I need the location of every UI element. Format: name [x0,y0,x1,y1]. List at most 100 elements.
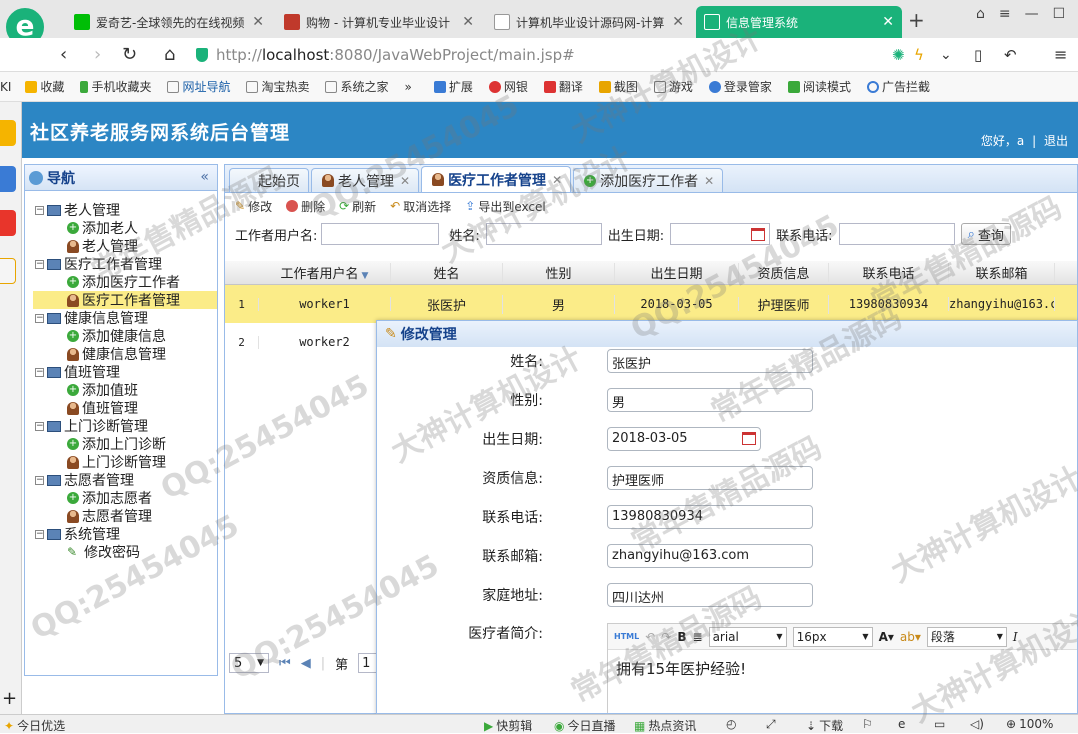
nav-item[interactable]: + 添加值班 [25,381,217,399]
close-icon[interactable]: ✕ [552,173,562,187]
nav-group[interactable]: − 系统管理 [25,525,217,543]
undo-icon[interactable]: ↶ [645,630,655,644]
nav-item[interactable]: + 添加上门诊断 [25,435,217,453]
status-mute-icon[interactable]: ◁) [970,717,984,731]
nav-item[interactable]: + 添加志愿者 [25,489,217,507]
nav-group[interactable]: − 上门诊断管理 [25,417,217,435]
collapse-toggle-icon[interactable]: − [35,529,44,539]
status-window-icon[interactable]: ▭ [934,717,945,731]
login-manager-button[interactable]: 登录管家 [701,78,780,95]
collapse-toggle-icon[interactable]: − [35,367,44,377]
font-family-select[interactable]: arial ▼ [708,626,787,647]
nav-item[interactable]: 老人管理 [25,237,217,255]
refresh-button[interactable]: ⟳ 刷新 [339,198,376,215]
field-input[interactable]: zhangyihu@163.com [607,544,813,568]
nav-item[interactable]: 上门诊断管理 [25,453,217,471]
status-today-picks[interactable]: ✦ 今日优选 [4,717,65,734]
bold-icon[interactable]: B [677,630,686,644]
bank-button[interactable]: 网银 [481,78,536,95]
cancel-selection-button[interactable]: ↶ 取消选择 [390,198,451,215]
collapse-toggle-icon[interactable]: − [35,421,44,431]
close-icon[interactable]: ✕ [704,174,714,188]
editor-content[interactable]: 拥有15年医护经验! [608,650,1077,687]
browser-tab-2[interactable]: 计算机毕业设计源码网-计算 ✕ [486,6,692,38]
status-clock-icon[interactable]: ◴ [726,717,736,731]
maximize-icon[interactable]: ☐ [1053,6,1066,22]
field-input[interactable]: 2018-03-05 [607,427,761,451]
bookmark-more[interactable]: » [397,80,420,94]
nav-group[interactable]: − 老人管理 [25,201,217,219]
url-field[interactable]: http://localhost:8080/JavaWebProject/mai… [196,43,936,67]
forward-icon[interactable]: › [94,44,101,65]
browser-tab-1[interactable]: 购物 - 计算机专业毕业设计 ✕ [276,6,482,38]
query-button[interactable]: ⌕ 查询 [960,223,1011,245]
html-source-button[interactable]: HTML [614,632,639,641]
status-quick-clip[interactable]: ▶ 快剪辑 [484,717,532,734]
italic-icon[interactable]: I [1013,630,1018,644]
column-header[interactable]: 姓名 [391,263,503,282]
nav-item[interactable]: 医疗工作者管理 [33,291,217,309]
adblock-button[interactable]: 广告拦截 [859,78,938,95]
browser-tab-3[interactable]: 信息管理系统 ✕ [696,6,902,38]
paragraph-select[interactable]: 段落 ▼ [926,626,1007,647]
phone-search-input[interactable] [838,223,955,245]
column-header[interactable]: 性别 [503,263,615,282]
favorites-icon[interactable] [0,120,16,146]
mail-icon[interactable] [0,258,16,284]
username-search-input[interactable] [321,223,440,245]
field-input[interactable]: 张医护 [607,349,813,373]
status-live[interactable]: ◉ 今日直播 [554,717,616,734]
field-input[interactable]: 13980830934 [607,505,813,529]
bookmark-mobile[interactable]: 手机收藏夹 [72,78,159,95]
nav-item[interactable]: 健康信息管理 [25,345,217,363]
column-header[interactable]: 工作者用户名 ▼ [259,263,391,282]
nav-group[interactable]: − 医疗工作者管理 [25,255,217,273]
nav-item[interactable]: 值班管理 [25,399,217,417]
menu-icon[interactable]: ≡ [999,6,1011,22]
nav-group[interactable]: − 志愿者管理 [25,471,217,489]
nav-item[interactable]: + 添加老人 [25,219,217,237]
font-size-select[interactable]: 16px ▼ [792,626,873,647]
close-icon[interactable]: ✕ [882,14,894,30]
column-header[interactable]: 资质信息 [739,263,829,282]
column-header[interactable]: 联系电话 [829,263,949,282]
nav-item[interactable]: 志愿者管理 [25,507,217,525]
bookmark-nav[interactable]: 网址导航 [159,78,238,95]
close-icon[interactable]: ✕ [462,14,474,30]
nav-item[interactable]: ✎ 修改密码 [25,543,217,561]
delete-button[interactable]: 删除 [286,198,325,215]
sidebar-icon[interactable]: ▯ [974,46,982,64]
export-excel-button[interactable]: ⇪ 导出到excel [465,198,545,215]
status-download[interactable]: ⇣ 下载 [806,717,843,734]
collapse-toggle-icon[interactable]: − [35,475,44,485]
collapse-icon[interactable]: « [200,169,209,185]
tab-home[interactable]: 起始页 [229,168,309,192]
tab-add-medical-worker[interactable]: + 添加医疗工作者 ✕ [573,168,724,192]
format-icon[interactable]: ≣ [693,630,703,644]
page-size-select[interactable]: 5 ▼ [229,653,269,673]
close-icon[interactable]: ✕ [252,14,264,30]
extensions-button[interactable]: 扩展 [426,78,481,95]
minimize-icon[interactable]: — [1025,6,1039,22]
calendar-icon[interactable] [751,228,766,241]
collapse-toggle-icon[interactable]: − [35,313,44,323]
reload-icon[interactable]: ↻ [122,44,137,65]
nav-group[interactable]: − 值班管理 [25,363,217,381]
tab-elder-management[interactable]: 老人管理 ✕ [311,168,420,192]
prev-page-icon[interactable]: ◀ [301,656,311,671]
bookmark-system[interactable]: 系统之家 [317,78,396,95]
new-tab-button[interactable]: + [908,8,925,32]
status-link-icon[interactable]: ⤢ [766,717,776,732]
list-icon[interactable] [0,166,16,192]
field-input[interactable]: 男 [607,388,813,412]
highlight-icon[interactable]: ab▾ [900,630,921,644]
browser-tab-0[interactable]: 爱奇艺-全球领先的在线视频 ✕ [66,6,272,38]
back-icon[interactable]: ‹ [60,44,67,65]
status-zoom[interactable]: ⊕ 100% [1006,717,1053,731]
nav-group[interactable]: − 健康信息管理 [25,309,217,327]
collapse-toggle-icon[interactable]: − [35,205,44,215]
close-icon[interactable]: ✕ [400,174,410,188]
weibo-icon[interactable] [0,210,16,236]
games-button[interactable]: 游戏 [646,78,701,95]
lightning-icon[interactable]: ϟ [914,46,924,64]
